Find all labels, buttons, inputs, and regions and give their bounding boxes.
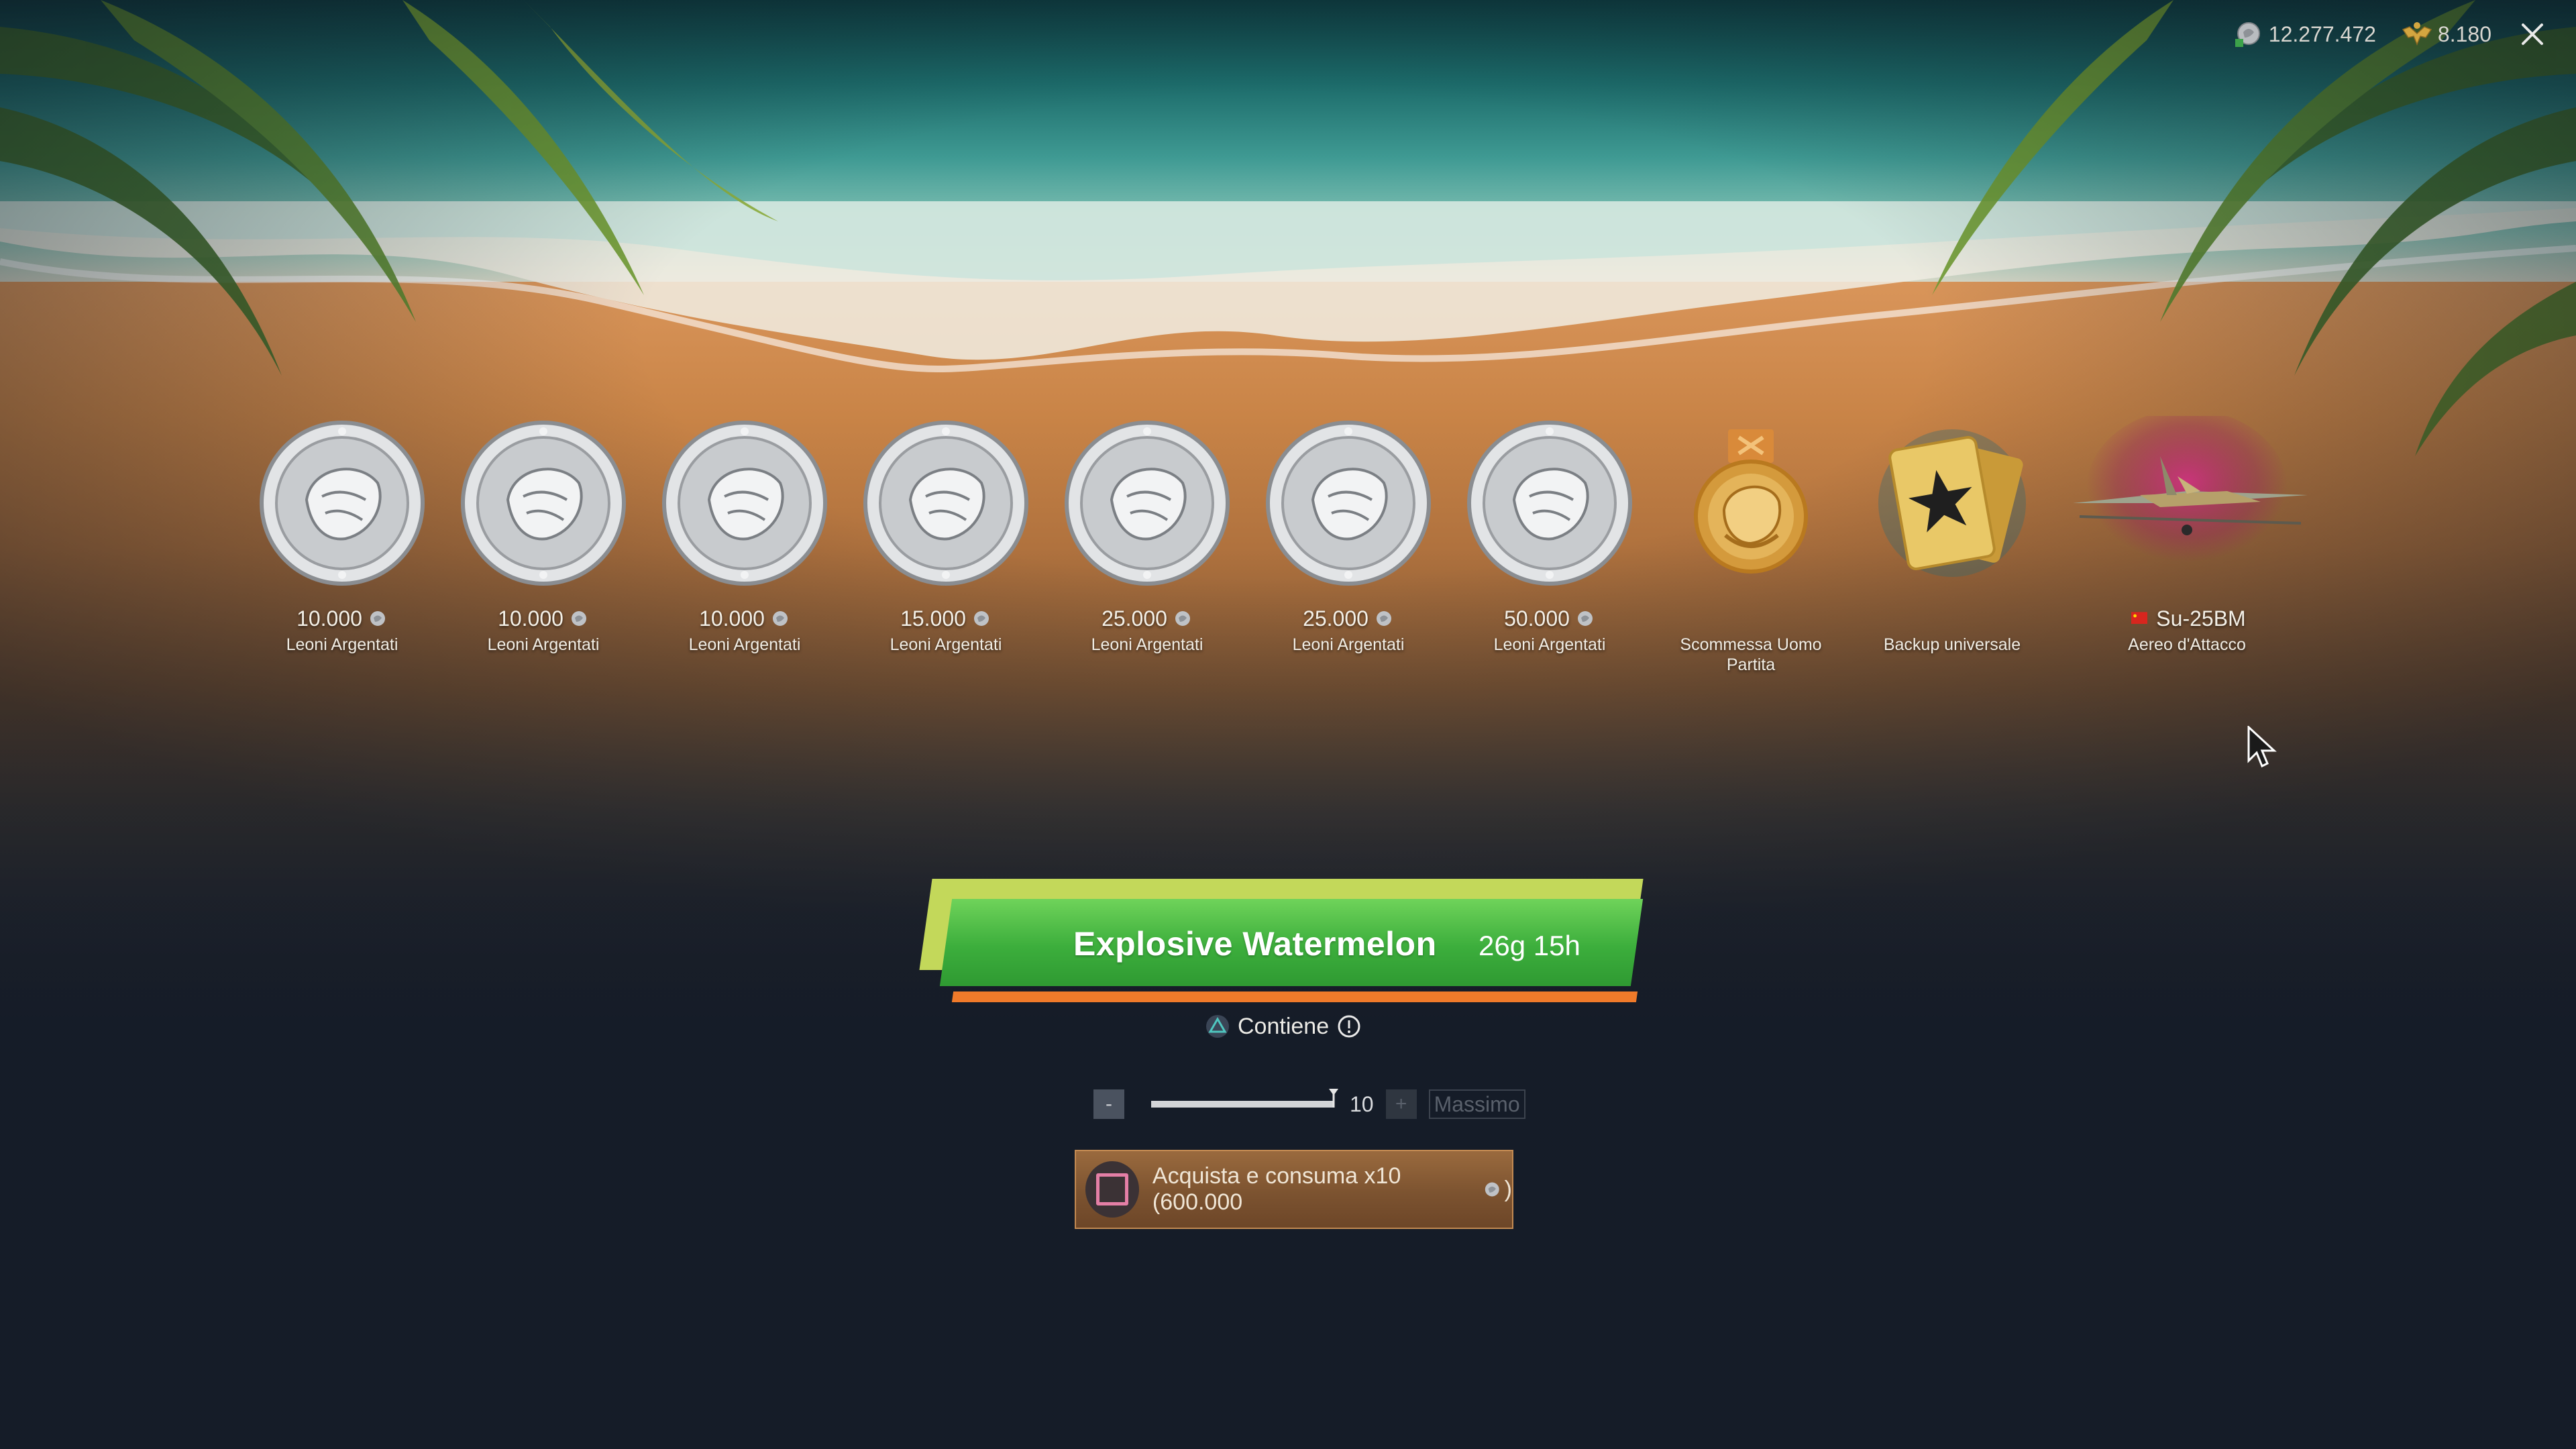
reward-amount-value: 10.000 <box>699 606 765 631</box>
reward-amount: 25.000 <box>1053 605 1241 632</box>
reward-item-vehicle[interactable]: Su-25BM Aereo d'Attacco <box>2059 416 2314 655</box>
background-scene <box>0 0 2576 1449</box>
contains-button[interactable]: Contiene <box>1204 1010 1362 1043</box>
golden-eagles-icon <box>2402 22 2432 46</box>
golden-eagles-amount: 8.180 <box>2437 21 2491 46</box>
reward-label: Backup universale <box>1883 635 2021 654</box>
silver-lions-icon <box>370 611 385 626</box>
reward-amount: 10.000 <box>651 605 839 632</box>
reward-label: Leoni Argentati <box>1292 635 1405 654</box>
reward-label: Leoni Argentati <box>1493 635 1606 654</box>
silver-lions-icon <box>1577 611 1593 626</box>
silver-lions-icon <box>973 611 989 626</box>
decrease-button[interactable]: - <box>1093 1089 1124 1119</box>
quantity-slider-handle[interactable] <box>1329 1089 1338 1108</box>
mouse-cursor-icon <box>2247 726 2277 768</box>
scene-vignette <box>0 0 2576 1449</box>
reward-amount <box>1657 605 1845 632</box>
golden-eagles-balance: 8.180 <box>2400 17 2491 51</box>
vehicle-class: Aereo d'Attacco <box>2128 635 2246 654</box>
vehicle-name: Su-25BM <box>2156 606 2246 631</box>
reward-label: Leoni Argentati <box>487 635 600 654</box>
silver-lions-icon <box>1485 1182 1499 1197</box>
reward-label: Leoni Argentati <box>286 635 398 654</box>
reward-amount <box>1858 605 2046 632</box>
reward-item[interactable]: Scommessa Uomo Partita <box>1657 416 1845 675</box>
event-banner: Explosive Watermelon 26g 15h <box>919 879 1657 1013</box>
reward-label: Leoni Argentati <box>1091 635 1203 654</box>
buy-label-suffix: ) <box>1504 1176 1512 1202</box>
triangle-button-icon <box>1206 1015 1229 1038</box>
close-icon <box>2522 23 2543 45</box>
silver-lion-coin-icon <box>1254 416 1442 590</box>
silver-lions-amount: 12.277.472 <box>2268 21 2376 46</box>
quantity-value: 10 <box>1350 1091 1374 1116</box>
silver-lions-icon <box>772 611 788 626</box>
silver-lions-balance: 12.277.472 <box>2231 17 2376 51</box>
reward-item[interactable]: 10.000 Leoni Argentati <box>248 416 436 655</box>
aircraft-image <box>2059 416 2314 590</box>
reward-item[interactable]: 25.000 Leoni Argentati <box>1053 416 1241 655</box>
silver-lion-coin-icon <box>852 416 1040 590</box>
reward-amount: 15.000 <box>852 605 1040 632</box>
reward-label: Leoni Argentati <box>688 635 801 654</box>
buy-label-text: Acquista e consuma x10 (600.000 <box>1152 1163 1401 1215</box>
reward-item[interactable]: 50.000 Leoni Argentati <box>1456 416 1644 655</box>
reward-list: 10.000 Leoni Argentati 10.000 Leoni Arge… <box>248 416 2341 684</box>
reward-amount: 10.000 <box>248 605 436 632</box>
contains-label: Contiene <box>1238 1013 1330 1039</box>
close-button[interactable] <box>2516 17 2549 51</box>
reward-item[interactable]: 10.000 Leoni Argentati <box>449 416 637 655</box>
increase-button[interactable]: + <box>1385 1089 1417 1119</box>
silver-lions-icon <box>1376 611 1391 626</box>
reward-amount: Su-25BM <box>2059 605 2314 632</box>
square-button-icon <box>1085 1161 1139 1218</box>
reward-amount: 25.000 <box>1254 605 1442 632</box>
reward-item[interactable]: Backup universale <box>1858 416 2046 655</box>
quantity-slider[interactable] <box>1151 1089 1338 1108</box>
silver-lion-coin-icon <box>651 416 839 590</box>
china-flag-icon <box>2131 612 2148 624</box>
quantity-slider-fill <box>1151 1101 1334 1108</box>
reward-item[interactable]: 25.000 Leoni Argentati <box>1254 416 1442 655</box>
silver-lion-coin-icon <box>449 416 637 590</box>
reward-amount-value: 25.000 <box>1303 606 1368 631</box>
silver-lions-icon <box>1175 611 1190 626</box>
universal-backup-card-icon <box>1858 416 2046 590</box>
silver-lions-icon <box>571 611 586 626</box>
reward-amount-value: 10.000 <box>498 606 564 631</box>
wager-medal-icon <box>1657 416 1845 590</box>
silver-lions-icon <box>2235 22 2260 47</box>
reward-amount-value: 25.000 <box>1102 606 1167 631</box>
max-button[interactable]: Massimo <box>1428 1089 1525 1119</box>
event-title: Explosive Watermelon <box>1073 925 1437 963</box>
reward-amount-value: 50.000 <box>1504 606 1570 631</box>
reward-amount: 10.000 <box>449 605 637 632</box>
reward-label: Leoni Argentati <box>890 635 1002 654</box>
quantity-selector: - 10 + Massimo <box>1093 1088 1525 1120</box>
reward-item[interactable]: 10.000 Leoni Argentati <box>651 416 839 655</box>
reward-label: Scommessa Uomo Partita <box>1680 635 1822 674</box>
banner-stripe <box>951 991 1638 1002</box>
top-bar: 12.277.472 8.180 <box>2231 17 2549 51</box>
buy-label: Acquista e consuma x10 (600.000 ) <box>1152 1163 1512 1216</box>
reward-amount-value: 15.000 <box>900 606 966 631</box>
reward-item[interactable]: 15.000 Leoni Argentati <box>852 416 1040 655</box>
buy-and-consume-button[interactable]: Acquista e consuma x10 (600.000 ) <box>1075 1150 1513 1229</box>
event-timer: 26g 15h <box>1479 930 1580 961</box>
info-icon <box>1338 1015 1360 1038</box>
silver-lion-coin-icon <box>1456 416 1644 590</box>
reward-amount: 50.000 <box>1456 605 1644 632</box>
reward-amount-value: 10.000 <box>297 606 362 631</box>
silver-lion-coin-icon <box>1053 416 1241 590</box>
silver-lion-coin-icon <box>248 416 436 590</box>
